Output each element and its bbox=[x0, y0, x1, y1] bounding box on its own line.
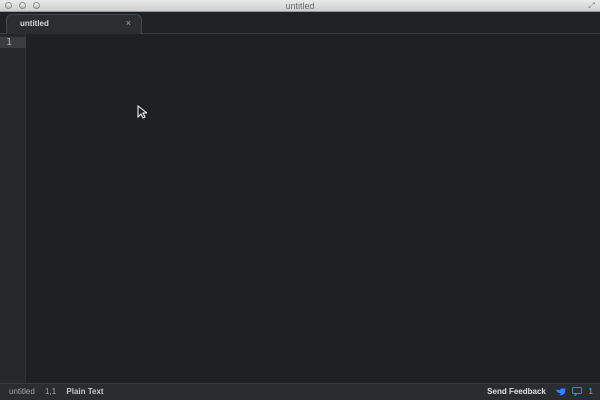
editor-window: untitled ⤢ untitled × 1 untitled 1,1 Pla… bbox=[0, 0, 600, 400]
window-title: untitled bbox=[285, 1, 315, 11]
chat-icon[interactable] bbox=[572, 387, 583, 397]
tab-strip: untitled × bbox=[0, 12, 600, 34]
close-icon[interactable]: × bbox=[126, 18, 131, 28]
status-right: Send Feedback 1 bbox=[487, 384, 593, 400]
tab-untitled[interactable]: untitled × bbox=[6, 14, 142, 34]
tab-label: untitled bbox=[20, 19, 49, 28]
mouse-pointer-icon bbox=[137, 105, 147, 119]
status-left: untitled 1,1 Plain Text bbox=[9, 384, 112, 400]
text-editor-area[interactable] bbox=[26, 34, 600, 383]
current-line-highlight bbox=[0, 37, 26, 48]
fullscreen-icon[interactable]: ⤢ bbox=[587, 1, 596, 10]
status-bar: untitled 1,1 Plain Text Send Feedback 1 bbox=[0, 383, 600, 400]
syntax-selector[interactable]: Plain Text bbox=[66, 387, 103, 396]
title-bar: untitled ⤢ bbox=[0, 0, 600, 12]
bird-icon[interactable] bbox=[556, 387, 567, 396]
status-file-name: untitled bbox=[9, 387, 35, 396]
status-cursor-position: 1,1 bbox=[45, 387, 57, 396]
send-feedback-link[interactable]: Send Feedback bbox=[487, 387, 546, 396]
notification-count: 1 bbox=[588, 387, 593, 396]
line-number-gutter: 1 bbox=[0, 34, 26, 383]
line-number: 1 bbox=[6, 37, 13, 48]
